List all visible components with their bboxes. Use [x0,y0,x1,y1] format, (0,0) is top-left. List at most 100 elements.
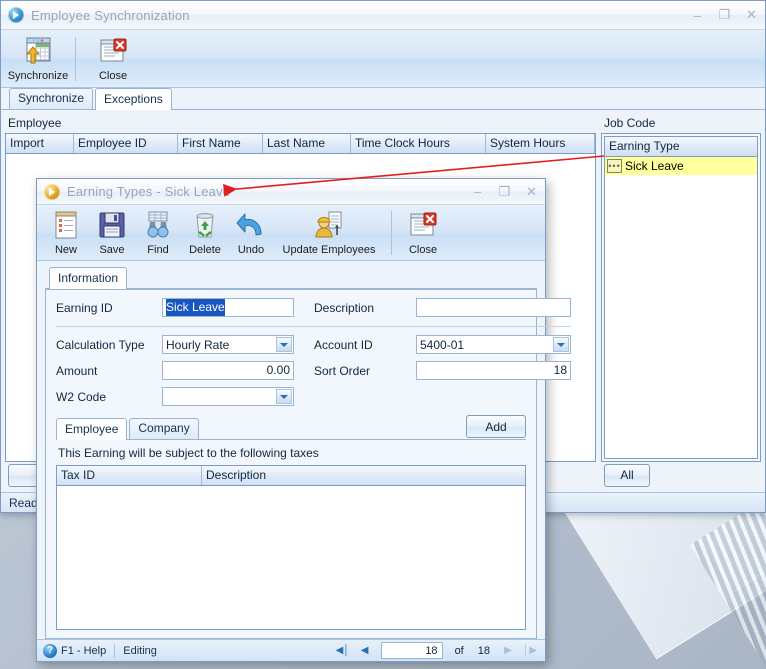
account-id-label: Account ID [314,337,373,352]
tab-employee[interactable]: Employee [56,418,128,440]
employee-grid-header: Import Employee ID First Name Last Name … [6,134,595,154]
dialog-statusbar: ? F1 - Help Editing ◀│ ◀ 18 of 18 ▶ │▶ [37,639,545,661]
close-button[interactable]: Close [82,32,144,86]
description-label: Description [314,300,375,315]
save-button[interactable]: Save [89,206,135,260]
new-document-icon [50,209,82,241]
dialog-toolbar-separator [391,210,392,255]
list-dots-icon: ••• [607,159,622,173]
delete-button-label: Delete [189,243,221,256]
recycle-bin-icon [189,209,221,241]
main-window-controls: – ❐ ✕ [684,1,765,29]
w2-code-label: W2 Code [56,389,107,404]
floppy-disk-icon [96,209,128,241]
tax-grid[interactable]: Tax ID Description [56,465,526,630]
tax-grid-rows[interactable] [57,486,525,629]
main-window-titlebar[interactable]: Employee Synchronization – ❐ ✕ [1,1,765,30]
edit-mode-label: Editing [123,644,157,657]
new-button-label: New [54,243,77,256]
all-button[interactable]: All [604,463,650,487]
dialog-close-button-label: Close [408,243,438,256]
dialog-close-button[interactable]: Close [398,206,448,260]
record-number-input[interactable]: 18 [380,642,443,659]
toolbar-separator [75,36,76,81]
synchronize-icon [22,35,54,67]
help-label[interactable]: F1 - Help [61,645,106,657]
tax-note: This Earning will be subject to the foll… [58,446,319,460]
chevron-down-icon[interactable] [276,337,292,352]
nav-last-button[interactable]: │▶ [521,643,539,659]
tab-exceptions[interactable]: Exceptions [95,88,172,110]
update-employees-button[interactable]: Update Employees [273,206,385,260]
app-orb-icon [8,7,24,23]
chevron-down-icon[interactable] [276,389,292,404]
job-code-button-row: All [601,462,761,488]
dialog-maximize-icon[interactable]: ❐ [491,179,518,204]
column-first-name[interactable]: First Name [178,134,263,153]
amount-field[interactable]: 0.00 [162,361,294,380]
undo-button-label: Undo [237,243,265,256]
sort-order-field[interactable]: 18 [416,361,571,380]
column-employee-id[interactable]: Employee ID [74,134,178,153]
column-system-hours[interactable]: System Hours [486,134,595,153]
update-employees-button-label: Update Employees [282,243,376,256]
calculation-type-value: Hourly Rate [166,337,230,352]
account-id-select[interactable]: 5400-01 [416,335,571,354]
form-divider [56,326,571,327]
earning-types-dialog: Earning Types - Sick Leave – ❐ ✕ New Sav… [36,178,571,662]
undo-button[interactable]: Undo [229,206,273,260]
dialog-minimize-icon[interactable]: – [464,179,491,204]
employee-panel-label: Employee [8,116,62,130]
maximize-icon[interactable]: ❐ [711,1,738,29]
list-item[interactable]: ••• Sick Leave [605,157,757,175]
earning-type-grid-header: Earning Type [605,137,757,157]
new-button[interactable]: New [43,206,89,260]
delete-button[interactable]: Delete [181,206,229,260]
column-tax-description[interactable]: Description [202,466,525,485]
app-orb-gold-icon [44,183,60,200]
tab-information[interactable]: Information [49,267,128,289]
earning-id-field[interactable]: Sick Leave [162,298,294,317]
dialog-titlebar[interactable]: Earning Types - Sick Leave – ❐ ✕ [37,179,545,205]
amount-value: 0.00 [266,363,290,377]
account-id-value: 5400-01 [420,337,465,352]
column-tax-id[interactable]: Tax ID [57,466,202,485]
tax-grid-header: Tax ID Description [57,466,525,486]
main-window-title: Employee Synchronization [31,7,190,23]
column-time-clock-hours[interactable]: Time Clock Hours [351,134,486,153]
undo-arrow-icon [235,209,267,241]
column-earning-type[interactable]: Earning Type [605,137,757,156]
dialog-close-icon[interactable]: ✕ [518,179,545,204]
find-button[interactable]: Find [135,206,181,260]
minimize-icon[interactable]: – [684,1,711,29]
description-field[interactable] [416,298,571,317]
nav-first-button[interactable]: ◀│ [334,643,352,659]
chevron-down-icon[interactable] [553,337,569,352]
calculation-type-label: Calculation Type [56,337,145,352]
add-button[interactable]: Add [466,415,526,438]
record-of-label: of [454,644,464,657]
synchronize-button[interactable]: Synchronize [7,32,69,86]
sort-order-value: 18 [553,363,567,377]
w2-code-select[interactable] [162,387,294,406]
sort-order-label: Sort Order [314,363,371,378]
status-separator [114,643,116,658]
nav-prev-button[interactable]: ◀ [356,643,374,659]
nav-next-button[interactable]: ▶ [499,643,517,659]
earning-id-value: Sick Leave [166,299,225,316]
dialog-body: Information Earning ID Sick Leave Descri… [37,261,571,639]
amount-label: Amount [56,363,98,378]
dialog-toolbar: New Save Find Delete Undo Update Employe… [37,205,545,261]
find-button-label: Find [147,243,169,256]
tab-synchronize[interactable]: Synchronize [9,88,94,109]
earning-type-grid-rows[interactable]: ••• Sick Leave [605,157,757,458]
column-import[interactable]: Import [6,134,74,153]
tab-company[interactable]: Company [129,418,199,439]
calculation-type-select[interactable]: Hourly Rate [162,335,294,354]
column-last-name[interactable]: Last Name [263,134,351,153]
earning-type-grid[interactable]: Earning Type ••• Sick Leave [604,136,758,459]
close-window-icon [407,209,439,241]
earning-id-label: Earning ID [56,300,113,315]
help-icon[interactable]: ? [43,643,57,658]
close-icon[interactable]: ✕ [738,1,765,29]
